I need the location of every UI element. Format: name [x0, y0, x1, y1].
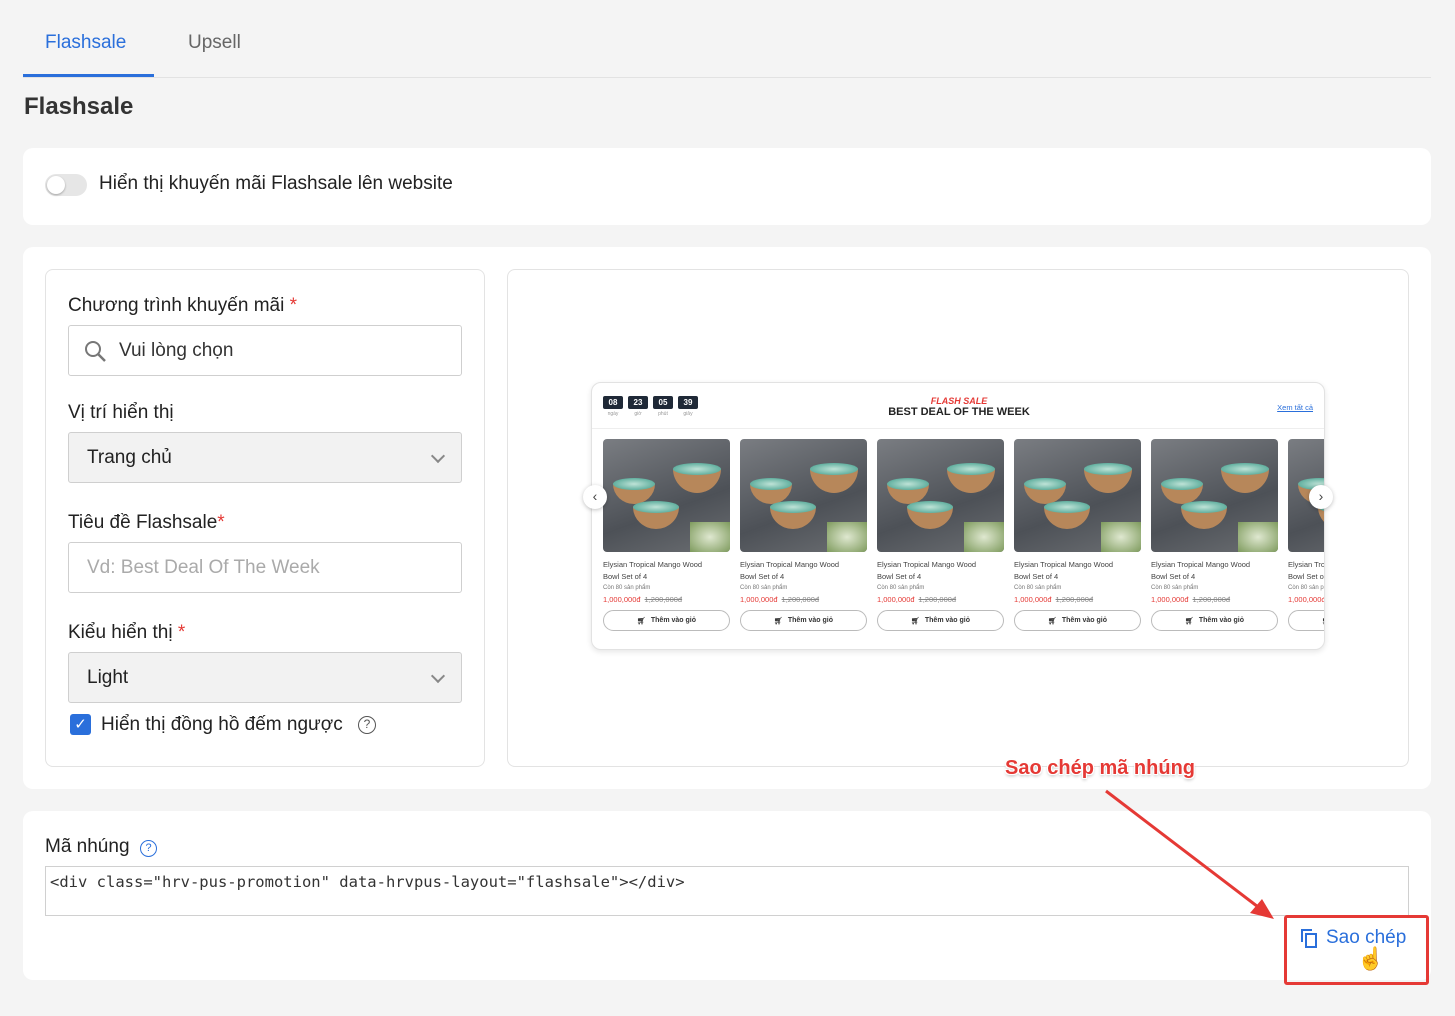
annotation-highlight-box: [1284, 915, 1429, 985]
help-icon[interactable]: ?: [358, 716, 376, 734]
flashsale-preview-widget: 08 ngày 23 giờ 05 phút 39 giây FLASH SALE BEST …: [591, 382, 1325, 650]
product-name: Elysian Tropical Mango Wood: [1014, 560, 1114, 569]
product-price: 1,000,000đ: [877, 595, 915, 604]
product-image: [1151, 439, 1278, 552]
product-card[interactable]: Elysian Tropical Mango Wood Bowl Set of 4…: [1151, 439, 1278, 631]
add-to-cart-button[interactable]: 🛒︎Thêm vào giỏ: [1014, 610, 1141, 631]
product-card[interactable]: Elysian Tropical Mango Wood Bowl Set of 4…: [740, 439, 867, 631]
annotation-arrow-icon: [1105, 789, 1274, 919]
product-name: Elysian Tropical Mango Wood: [740, 560, 840, 569]
product-name-line2: Bowl Set of 4: [1014, 572, 1059, 581]
product-old-price: 1,200,000đ: [781, 595, 820, 604]
add-to-cart-button[interactable]: 🛒︎Thêm vào giỏ: [740, 610, 867, 631]
add-to-cart-button[interactable]: 🛒︎Thêm vào giỏ: [1151, 610, 1278, 631]
product-image: [740, 439, 867, 552]
flashsale-toggle[interactable]: [45, 174, 87, 196]
position-select[interactable]: Trang chủ: [68, 432, 462, 483]
countdown-checkbox[interactable]: ✓: [70, 714, 91, 735]
carousel-prev-button[interactable]: ‹: [583, 485, 607, 509]
product-name-line2: Bowl Set of 4: [1288, 572, 1324, 581]
annotation-label: Sao chép mã nhúng: [1005, 757, 1196, 779]
cart-icon: 🛒︎: [1047, 617, 1057, 625]
product-card[interactable]: Elysian Tropical Mango Wood Bowl Set of 4…: [1014, 439, 1141, 631]
add-to-cart-button[interactable]: 🛒︎Thêm vào giỏ: [603, 610, 730, 631]
product-stock: Còn 80 sản phẩm: [740, 585, 788, 591]
product-old-price: 1,200,000đ: [644, 595, 683, 604]
title-label: Tiêu đề Flashsale*: [68, 512, 225, 533]
product-card[interactable]: Elysian Tropical Mango Wood Bowl Set of 4…: [1288, 439, 1325, 631]
product-stock: Còn 80 sản phẩm: [603, 585, 651, 591]
add-to-cart-button[interactable]: 🛒︎Thêm vào giỏ: [1288, 610, 1324, 631]
product-old-price: 1,200,000đ: [1192, 595, 1231, 604]
view-all-link[interactable]: Xem tất cả: [1277, 403, 1313, 412]
cart-icon: 🛒︎: [910, 617, 920, 625]
product-price: 1,000,000đ: [603, 595, 641, 604]
product-stock: Còn 80 sản phẩm: [1151, 585, 1199, 591]
program-label: Chương trình khuyến mãi *: [68, 295, 298, 316]
product-old-price: 1,200,000đ: [1055, 595, 1094, 604]
product-price: 1,000,000đ: [1014, 595, 1052, 604]
cart-icon: 🛒︎: [636, 617, 646, 625]
embed-help-icon[interactable]: ?: [140, 840, 157, 857]
product-price: 1,000,000đ: [1288, 595, 1325, 604]
program-search-input[interactable]: Vui lòng chọn: [68, 325, 462, 376]
title-input[interactable]: Vd: Best Deal Of The Week: [68, 542, 462, 593]
display-select[interactable]: Light: [68, 652, 462, 703]
cart-icon: 🛒︎: [1184, 617, 1194, 625]
product-stock: Còn 80 sản phẩm: [877, 585, 925, 591]
cart-icon: 🛒︎: [773, 617, 783, 625]
product-name: Elysian Tropical Mango Wood: [603, 560, 703, 569]
carousel-next-button[interactable]: ›: [1309, 485, 1333, 509]
display-label: Kiểu hiển thị *: [68, 622, 186, 643]
search-icon: [85, 341, 106, 362]
tab-flashsale[interactable]: Flashsale: [45, 32, 126, 54]
page-title: Flashsale: [24, 93, 134, 120]
product-stock: Còn 80 sản phẩm: [1288, 585, 1324, 591]
product-old-price: 1,200,000đ: [918, 595, 957, 604]
toggle-card: Hiển thị khuyến mãi Flashsale lên websit…: [23, 148, 1431, 225]
product-name-line2: Bowl Set of 4: [740, 572, 785, 581]
preview-heading: BEST DEAL OF THE WEEK: [888, 406, 1030, 418]
product-card[interactable]: Elysian Tropical Mango Wood Bowl Set of 4…: [877, 439, 1004, 631]
chevron-down-icon: [430, 448, 446, 464]
position-label: Vị trí hiển thị: [68, 402, 174, 423]
product-name: Elysian Tropical Mango Wood: [877, 560, 977, 569]
product-image: [1014, 439, 1141, 552]
add-to-cart-button[interactable]: 🛒︎Thêm vào giỏ: [877, 610, 1004, 631]
cart-icon: 🛒︎: [1322, 617, 1324, 625]
tabs-divider: [23, 77, 1431, 78]
product-price: 1,000,000đ: [1151, 595, 1189, 604]
tab-upsell[interactable]: Upsell: [188, 32, 241, 54]
chevron-down-icon: [430, 668, 446, 684]
product-image: [877, 439, 1004, 552]
flash-sale-label: FLASH SALE: [930, 396, 988, 406]
countdown-label: Hiển thị đồng hồ đếm ngược: [101, 714, 343, 735]
product-name: Elysian Tropical Mango Wood: [1151, 560, 1251, 569]
product-name: Elysian Tropical Mango Wood: [1288, 560, 1325, 569]
product-card[interactable]: Elysian Tropical Mango Wood Bowl Set of 4…: [603, 439, 730, 631]
product-name-line2: Bowl Set of 4: [1151, 572, 1196, 581]
product-name-line2: Bowl Set of 4: [603, 572, 648, 581]
product-stock: Còn 80 sản phẩm: [1014, 585, 1062, 591]
product-image: [603, 439, 730, 552]
product-name-line2: Bowl Set of 4: [877, 572, 922, 581]
embed-label: Mã nhúng: [45, 836, 130, 857]
toggle-label: Hiển thị khuyến mãi Flashsale lên websit…: [99, 173, 453, 194]
product-price: 1,000,000đ: [740, 595, 778, 604]
